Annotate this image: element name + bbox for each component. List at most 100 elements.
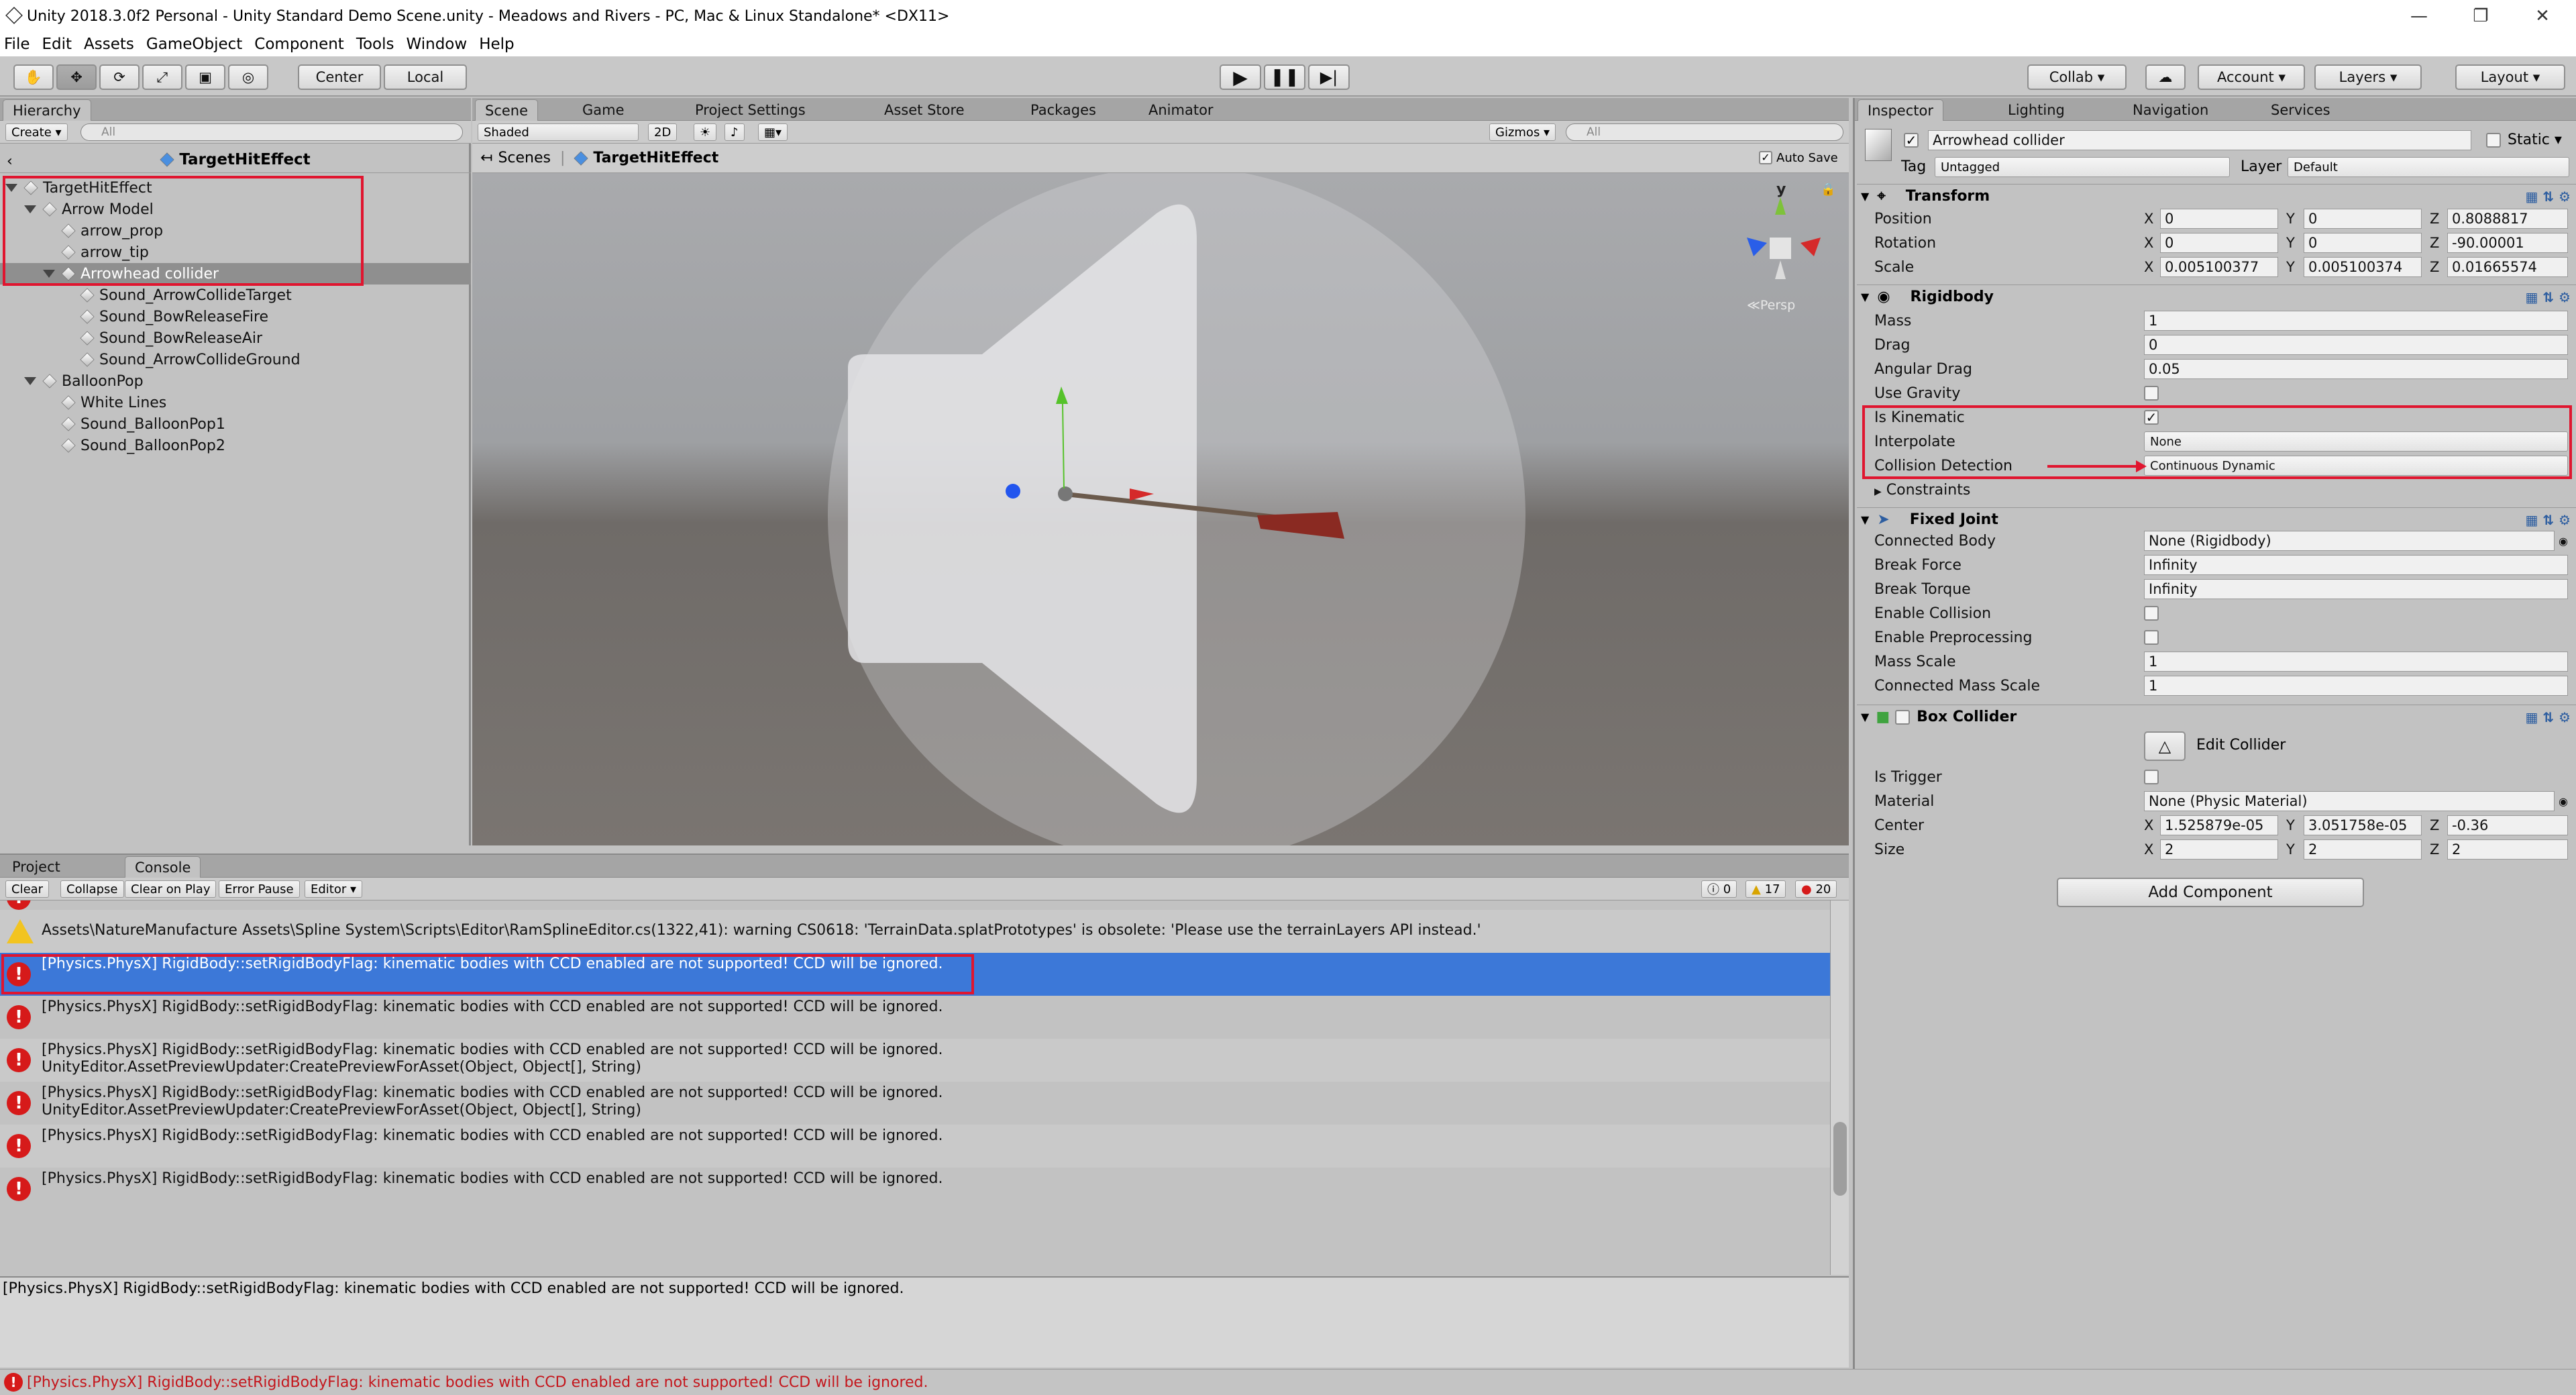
hierarchy-item[interactable]: White Lines [0, 392, 471, 413]
tab-asset-store[interactable]: Asset Store [875, 99, 974, 121]
rotation-z-field[interactable]: -90.00001 [2447, 233, 2568, 253]
hierarchy-search-input[interactable]: All [80, 123, 463, 141]
hierarchy-item[interactable]: Sound_BalloonPop2 [0, 435, 471, 456]
collapse-button[interactable]: Collapse [60, 880, 124, 898]
is-trigger-checkbox[interactable] [2144, 770, 2159, 784]
orientation-y-cone[interactable] [1775, 197, 1786, 215]
menu-gameobject[interactable]: GameObject [146, 36, 242, 53]
box-collider-enabled-checkbox[interactable] [1895, 709, 1911, 725]
use-gravity-checkbox[interactable] [2144, 386, 2159, 401]
pivot-center-button[interactable]: Center [298, 64, 381, 90]
tab-game[interactable]: Game [573, 99, 634, 121]
menu-component[interactable]: Component [254, 36, 344, 53]
scene-viewport[interactable]: y ≪Persp 🔒 [472, 173, 1849, 845]
error-count-toggle[interactable]: ● 20 [1795, 880, 1837, 898]
static-checkbox[interactable] [2486, 133, 2501, 148]
tab-services[interactable]: Services [2261, 99, 2340, 121]
component-settings-icon[interactable]: ▦ ⇅ ⚙ [2525, 289, 2571, 305]
clear-on-play-button[interactable]: Clear on Play [125, 880, 217, 898]
constraints-row[interactable]: ▶ Constraints [1872, 478, 2572, 502]
hierarchy-item[interactable]: Sound_BalloonPop1 [0, 413, 471, 435]
tab-hierarchy[interactable]: Hierarchy [3, 99, 91, 121]
tab-navigation[interactable]: Navigation [2123, 99, 2218, 121]
minimize-icon[interactable]: — [2388, 0, 2450, 32]
rotate-tool-icon[interactable]: ⟳ [99, 64, 140, 90]
shading-mode-dropdown[interactable]: Shaded [478, 123, 639, 141]
position-y-field[interactable]: 0 [2304, 209, 2422, 229]
console-scrollbar-thumb[interactable] [1833, 1122, 1847, 1196]
log-row[interactable]: ! [Physics.PhysX] RigidBody::setRigidBody… [0, 1039, 1830, 1082]
play-button[interactable]: ▶ [1220, 64, 1261, 90]
object-picker-icon[interactable]: ◉ [2559, 535, 2568, 548]
center-x-field[interactable]: 1.525879e-05 [2160, 815, 2278, 835]
transform-tool-icon[interactable]: ◎ [228, 64, 268, 90]
connected-mass-scale-field[interactable]: 1 [2144, 676, 2568, 696]
rotation-y-field[interactable]: 0 [2304, 233, 2422, 253]
maximize-icon[interactable]: ❐ [2450, 0, 2512, 32]
collapse-arrow-icon[interactable]: ▼ [1861, 513, 1869, 526]
gizmos-dropdown[interactable]: Gizmos ▾ [1489, 123, 1556, 141]
expand-arrow-icon[interactable] [24, 377, 36, 385]
tab-project-settings[interactable]: Project Settings [686, 99, 815, 121]
log-row[interactable]: Assets\NatureManufacture Assets\Spline S… [0, 910, 1830, 953]
breadcrumb-scenes[interactable]: Scenes [498, 150, 551, 166]
step-button[interactable]: ▶| [1308, 64, 1350, 90]
log-row[interactable]: ! [Physics.PhysX] RigidBody::setRigidBody… [0, 1125, 1830, 1168]
editor-dropdown[interactable]: Editor ▾ [305, 880, 363, 898]
orientation-neg-y-cone[interactable] [1775, 260, 1786, 279]
size-y-field[interactable]: 2 [2304, 839, 2422, 860]
effects-toggle-icon[interactable]: ▦▾ [758, 123, 788, 141]
menu-edit[interactable]: Edit [42, 36, 72, 53]
gizmo-z-handle[interactable] [1006, 484, 1020, 499]
add-component-button[interactable]: Add Component [2057, 878, 2364, 907]
scene-search-input[interactable]: All [1566, 123, 1843, 141]
scale-y-field[interactable]: 0.005100374 [2304, 257, 2422, 277]
collapse-arrow-icon[interactable]: ▼ [1861, 711, 1869, 723]
object-picker-icon[interactable]: ◉ [2559, 795, 2568, 808]
enable-collision-checkbox[interactable] [2144, 606, 2159, 621]
info-count-toggle[interactable]: ⓘ 0 [1701, 880, 1737, 898]
menu-tools[interactable]: Tools [356, 36, 394, 53]
fixed-joint-header[interactable]: ▼ ➤ Fixed Joint ▦ ⇅ ⚙ [1857, 507, 2576, 531]
component-settings-icon[interactable]: ▦ ⇅ ⚙ [2525, 709, 2571, 725]
position-z-field[interactable]: 0.8088817 [2447, 209, 2568, 229]
enable-preprocessing-checkbox[interactable] [2144, 630, 2159, 645]
persp-label[interactable]: ≪Persp [1747, 298, 1795, 313]
tab-packages[interactable]: Packages [1021, 99, 1106, 121]
position-x-field[interactable]: 0 [2160, 209, 2278, 229]
error-pause-button[interactable]: Error Pause [219, 880, 300, 898]
pause-button[interactable]: ❚❚ [1264, 64, 1305, 90]
connected-body-field[interactable]: None (Rigidbody) [2144, 531, 2555, 551]
log-row[interactable]: ! [Physics.PhysX] RigidBody::setRigidBody… [0, 1082, 1830, 1125]
tab-console[interactable]: Console [125, 856, 201, 878]
edit-collider-button[interactable]: △ [2144, 731, 2186, 761]
back-arrow-icon[interactable]: ‹ [7, 153, 13, 170]
hierarchy-item[interactable]: Sound_ArrowCollideTarget [0, 285, 471, 306]
menu-file[interactable]: File [4, 36, 30, 53]
scale-x-field[interactable]: 0.005100377 [2160, 257, 2278, 277]
collapse-arrow-icon[interactable]: ▼ [1861, 291, 1869, 303]
component-settings-icon[interactable]: ▦ ⇅ ⚙ [2525, 512, 2571, 528]
log-row[interactable]: ! [Physics.PhysX] RigidBody::setRigidBody… [0, 996, 1830, 1039]
move-tool-icon[interactable]: ✥ [56, 64, 97, 90]
component-settings-icon[interactable]: ▦ ⇅ ⚙ [2525, 189, 2571, 205]
pivot-local-button[interactable]: Local [384, 64, 467, 90]
collapse-arrow-icon[interactable]: ▼ [1861, 190, 1869, 203]
rotation-x-field[interactable]: 0 [2160, 233, 2278, 253]
hand-tool-icon[interactable]: ✋ [13, 64, 54, 90]
lighting-toggle-icon[interactable]: ☀ [694, 123, 717, 141]
center-z-field[interactable]: -0.36 [2447, 815, 2568, 835]
create-dropdown[interactable]: Create ▾ [5, 123, 68, 141]
object-name-field[interactable]: Arrowhead collider [1928, 130, 2471, 150]
tab-scene[interactable]: Scene [475, 99, 539, 121]
mass-field[interactable]: 1 [2144, 311, 2568, 331]
scale-tool-icon[interactable]: ⤢ [142, 64, 182, 90]
center-y-field[interactable]: 3.051758e-05 [2304, 815, 2422, 835]
console-scrollbar[interactable] [1830, 900, 1849, 1275]
orientation-z-cone[interactable] [1747, 238, 1767, 256]
drag-field[interactable]: 0 [2144, 335, 2568, 355]
rigidbody-header[interactable]: ▼ ◉ Rigidbody ▦ ⇅ ⚙ [1857, 285, 2576, 309]
audio-toggle-icon[interactable]: ♪ [724, 123, 745, 141]
tab-animator[interactable]: Animator [1139, 99, 1223, 121]
menu-assets[interactable]: Assets [84, 36, 134, 53]
